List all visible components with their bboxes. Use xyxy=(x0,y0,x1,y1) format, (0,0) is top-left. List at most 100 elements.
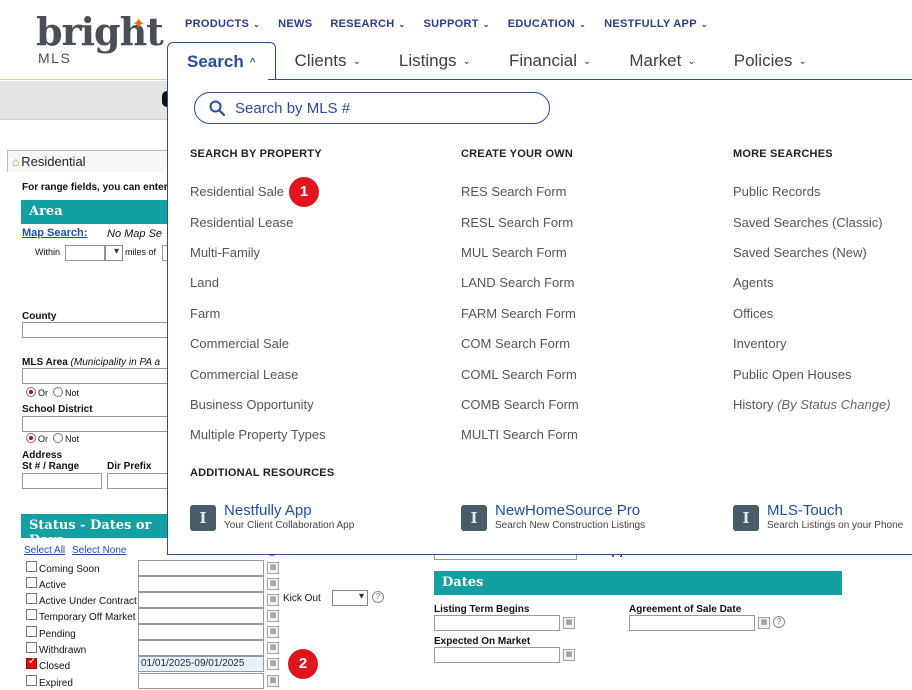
status-expired-checkbox[interactable] xyxy=(26,675,37,686)
status-temp-off-market-checkbox[interactable] xyxy=(26,609,37,620)
school-district-input[interactable] xyxy=(22,416,168,432)
link-comb-search-form[interactable]: COMB Search Form xyxy=(461,397,579,412)
calendar-icon[interactable]: ▦ xyxy=(267,610,279,622)
chevron-down-icon: ⌄ xyxy=(579,20,587,29)
status-auc-range[interactable] xyxy=(138,592,264,608)
tab-policies[interactable]: Policies ⌄ xyxy=(715,42,826,80)
resource-newhomesource-pro[interactable]: I NewHomeSource Pro Search New Construct… xyxy=(461,502,681,532)
topnav-education[interactable]: EDUCATION ⌄ xyxy=(508,18,586,30)
tab-residential[interactable]: ⌂ Residential xyxy=(7,150,172,172)
calendar-icon[interactable]: ▦ xyxy=(267,642,279,654)
school-not-radio[interactable] xyxy=(53,433,63,443)
tab-clients[interactable]: Clients ⌄ xyxy=(276,42,380,80)
nestfully-app-icon: I xyxy=(190,505,216,531)
tab-listings[interactable]: Listings ⌄ xyxy=(380,42,490,80)
mls-area-input[interactable] xyxy=(22,368,168,384)
link-saved-searches-new[interactable]: Saved Searches (New) xyxy=(733,245,867,260)
resource-nestfully-app[interactable]: I Nestfully App Your Client Collaboratio… xyxy=(190,502,410,532)
calendar-icon[interactable]: ▦ xyxy=(267,658,279,670)
link-multi-family[interactable]: Multi-Family xyxy=(190,245,260,260)
county-input[interactable] xyxy=(22,322,168,338)
status-pending-range[interactable] xyxy=(138,624,264,640)
status-tom-range[interactable] xyxy=(138,608,264,624)
listing-term-label: Listing Term Begins xyxy=(434,604,530,615)
agreement-of-sale-input[interactable] xyxy=(629,615,755,631)
link-public-records[interactable]: Public Records xyxy=(733,184,820,199)
status-withdrawn-checkbox[interactable] xyxy=(26,642,37,653)
calendar-icon[interactable]: ▦ xyxy=(267,626,279,638)
link-multi-search-form[interactable]: MULTI Search Form xyxy=(461,427,578,442)
mls-number-input[interactable] xyxy=(235,98,535,118)
school-or-radio[interactable] xyxy=(26,433,36,443)
topnav-news[interactable]: NEWS xyxy=(278,18,312,30)
status-closed-checkbox[interactable] xyxy=(26,656,37,669)
topnav-support[interactable]: SUPPORT ⌄ xyxy=(424,18,490,30)
mls-search-box[interactable] xyxy=(194,92,550,124)
within-unit-select[interactable] xyxy=(105,245,123,261)
help-icon[interactable]: ? xyxy=(372,591,384,603)
topnav-nestfully-app[interactable]: NESTFULLY APP ⌄ xyxy=(604,18,708,30)
calendar-icon[interactable]: ▦ xyxy=(267,594,279,606)
link-resl-search-form[interactable]: RESL Search Form xyxy=(461,215,573,230)
topnav-research[interactable]: RESEARCH ⌄ xyxy=(330,18,405,30)
status-expired-range[interactable] xyxy=(138,673,264,689)
link-agents[interactable]: Agents xyxy=(733,275,773,290)
link-public-open-houses[interactable]: Public Open Houses xyxy=(733,367,852,382)
calendar-icon[interactable]: ▦ xyxy=(758,617,770,629)
tab-market[interactable]: Market ⌄ xyxy=(610,42,714,80)
status-active-checkbox[interactable] xyxy=(26,577,37,588)
link-residential-lease[interactable]: Residential Lease xyxy=(190,215,293,230)
status-withdrawn-range[interactable] xyxy=(138,640,264,656)
resource-mls-touch[interactable]: I MLS-Touch Search Listings on your Phon… xyxy=(733,502,912,532)
dir-prefix-input[interactable] xyxy=(107,473,168,489)
expected-on-market-input[interactable] xyxy=(434,647,560,663)
status-closed-range[interactable]: 01/01/2025-09/01/2025 xyxy=(138,656,264,672)
within-input[interactable] xyxy=(65,245,105,261)
link-inventory[interactable]: Inventory xyxy=(733,336,786,351)
listing-term-input[interactable] xyxy=(434,615,560,631)
select-all-link[interactable]: Select All xyxy=(24,545,65,556)
calendar-icon[interactable]: ▦ xyxy=(267,562,279,574)
link-land[interactable]: Land xyxy=(190,275,219,290)
link-history[interactable]: History (By Status Change) xyxy=(733,397,891,412)
link-farm[interactable]: Farm xyxy=(190,306,220,321)
link-mul-search-form[interactable]: MUL Search Form xyxy=(461,245,567,260)
status-active-under-contract-checkbox[interactable] xyxy=(26,593,37,604)
link-farm-search-form[interactable]: FARM Search Form xyxy=(461,306,576,321)
link-com-search-form[interactable]: COM Search Form xyxy=(461,336,570,351)
status-coming-soon-checkbox[interactable] xyxy=(26,561,37,572)
status-active-range[interactable] xyxy=(138,576,264,592)
link-land-search-form[interactable]: LAND Search Form xyxy=(461,275,574,290)
bright-mls-logo[interactable]: bright ✦ MLS xyxy=(36,12,164,68)
help-icon[interactable]: ? xyxy=(773,616,785,628)
link-multiple-property-types[interactable]: Multiple Property Types xyxy=(190,427,326,442)
link-business-opportunity[interactable]: Business Opportunity xyxy=(190,397,314,412)
topnav-products[interactable]: PRODUCTS ⌄ xyxy=(185,18,260,30)
map-search-link[interactable]: Map Search: xyxy=(22,227,87,239)
calendar-icon[interactable]: ▦ xyxy=(563,617,575,629)
mls-area-not-radio[interactable] xyxy=(53,387,63,397)
tab-search[interactable]: Search ^ xyxy=(167,42,276,81)
link-saved-searches-classic[interactable]: Saved Searches (Classic) xyxy=(733,215,883,230)
more-searches-heading: MORE SEARCHES xyxy=(733,148,833,160)
calendar-icon[interactable]: ▦ xyxy=(563,649,575,661)
status-coming-soon-range[interactable] xyxy=(138,560,264,576)
status-pending-checkbox[interactable] xyxy=(26,626,37,637)
mls-area-or-radio[interactable] xyxy=(26,387,36,397)
link-offices[interactable]: Offices xyxy=(733,306,773,321)
kick-out-select[interactable] xyxy=(332,590,368,606)
status-label: Pending xyxy=(39,629,76,640)
link-commercial-sale[interactable]: Commercial Sale xyxy=(190,336,289,351)
tab-label: Policies xyxy=(733,51,793,70)
calendar-icon[interactable]: ▦ xyxy=(267,675,279,687)
link-coml-search-form[interactable]: COML Search Form xyxy=(461,367,577,382)
street-number-input[interactable] xyxy=(22,473,102,489)
select-none-link[interactable]: Select None xyxy=(72,545,126,556)
tab-financial[interactable]: Financial ⌄ xyxy=(490,42,610,80)
link-commercial-lease[interactable]: Commercial Lease xyxy=(190,367,298,382)
calendar-icon[interactable]: ▦ xyxy=(267,578,279,590)
chevron-down-icon: ⌄ xyxy=(352,55,361,67)
search-icon xyxy=(209,100,225,116)
link-res-search-form[interactable]: RES Search Form xyxy=(461,184,566,199)
link-residential-sale[interactable]: Residential Sale xyxy=(190,184,284,199)
